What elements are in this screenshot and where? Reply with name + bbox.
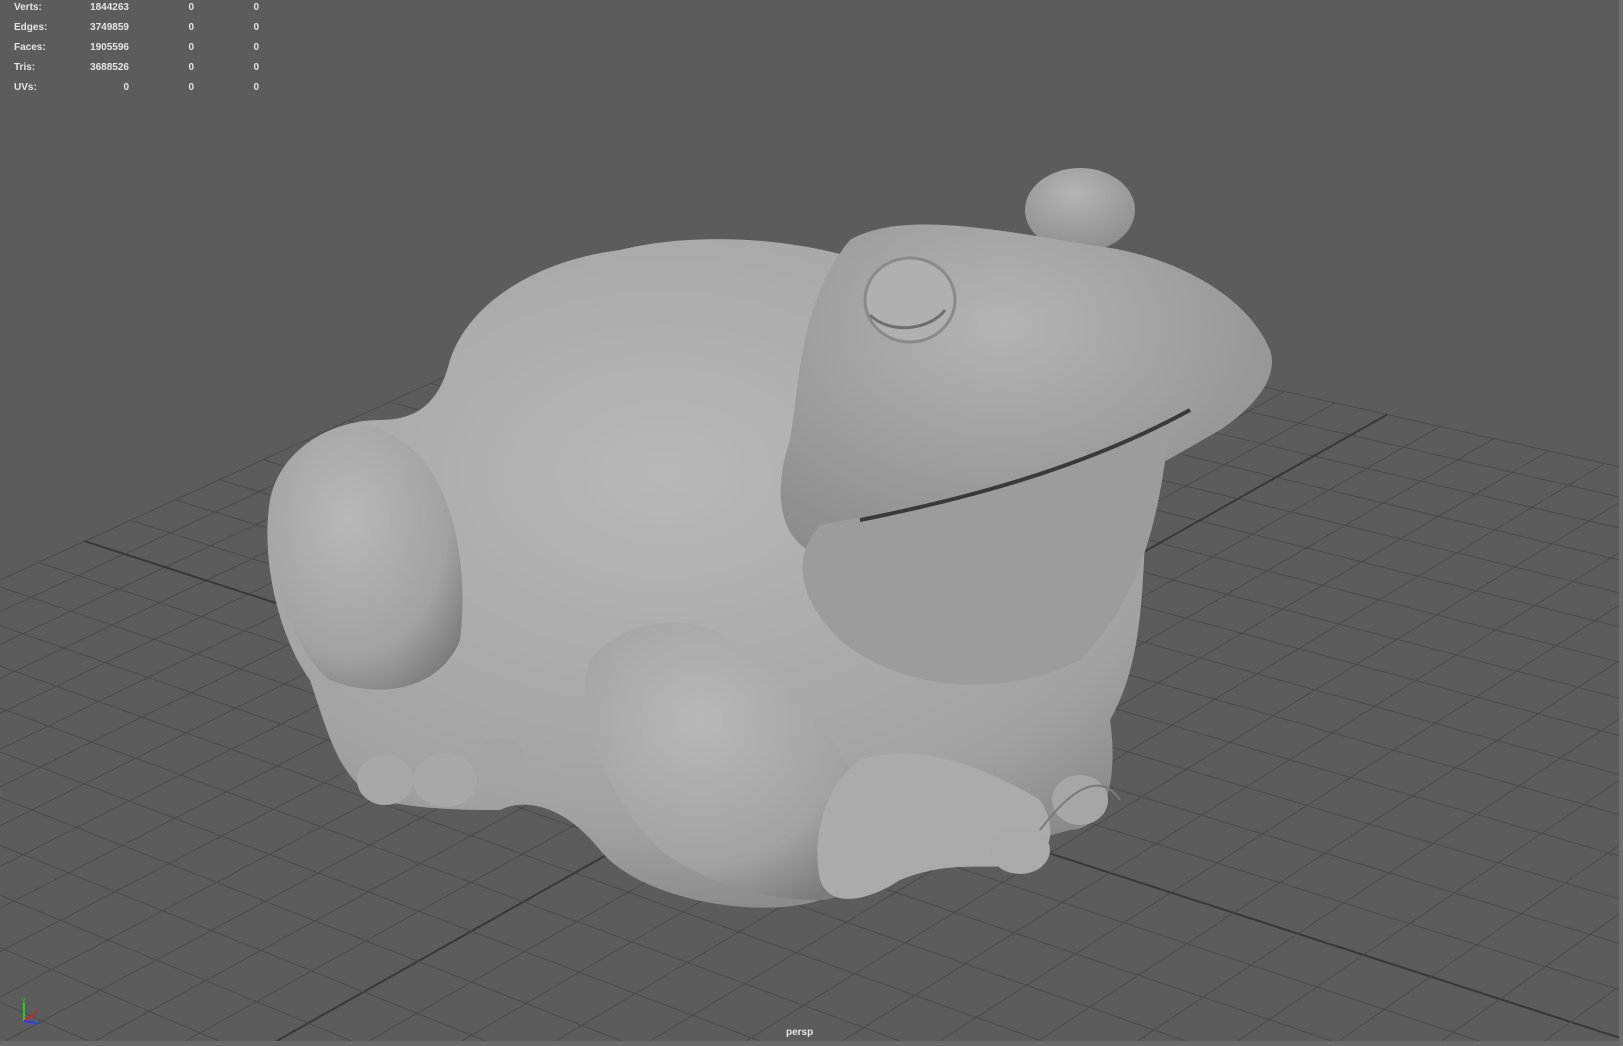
hud-label: Edges:	[14, 22, 48, 33]
hud-row-faces: Faces: 1905596 0 0	[14, 41, 259, 61]
axis-label-z: z	[37, 1019, 41, 1025]
hud-selected: 0	[188, 42, 194, 53]
hud-selected: 0	[188, 2, 194, 13]
hud-label: UVs:	[14, 82, 37, 93]
hud-label: Verts:	[14, 2, 42, 13]
hud-label: Tris:	[14, 62, 36, 73]
hud-component: 0	[253, 22, 259, 33]
viewport-persp[interactable]: Verts: 1844263 0 0 Edges: 3749859 0 0 Faces: 1905…	[0, 0, 1623, 1046]
heads-up-poly-count: Verts: 1844263 0 0 Edges: 3749859 0 0 Faces: 1905…	[14, 1, 259, 101]
hud-row-uvs: UVs: 0 0 0	[14, 81, 259, 101]
hud-component: 0	[253, 82, 259, 93]
hud-selected: 0	[188, 82, 194, 93]
hud-component: 0	[253, 42, 259, 53]
hud-label: Faces:	[14, 42, 46, 53]
camera-name-label: persp	[786, 1027, 814, 1038]
hud-total: 3688526	[90, 62, 129, 73]
axis-label-x: x	[34, 1009, 38, 1016]
axis-label-y: y	[22, 997, 26, 1004]
hud-total: 3749859	[90, 22, 129, 33]
hud-total: 0	[123, 82, 129, 93]
hud-component: 0	[253, 62, 259, 73]
hud-row-verts: Verts: 1844263 0 0	[14, 1, 259, 21]
hud-row-tris: Tris: 3688526 0 0	[14, 61, 259, 81]
hud-total: 1905596	[90, 42, 129, 53]
view-axis-gizmo-icon: y x z	[22, 997, 41, 1025]
hud-total: 1844263	[90, 2, 129, 13]
hud-selected: 0	[188, 22, 194, 33]
hud-component: 0	[253, 2, 259, 13]
frog-model[interactable]	[0, 0, 1623, 1046]
hud-selected: 0	[188, 62, 194, 73]
hud-row-edges: Edges: 3749859 0 0	[14, 21, 259, 41]
viewport-border	[0, 1041, 1623, 1046]
